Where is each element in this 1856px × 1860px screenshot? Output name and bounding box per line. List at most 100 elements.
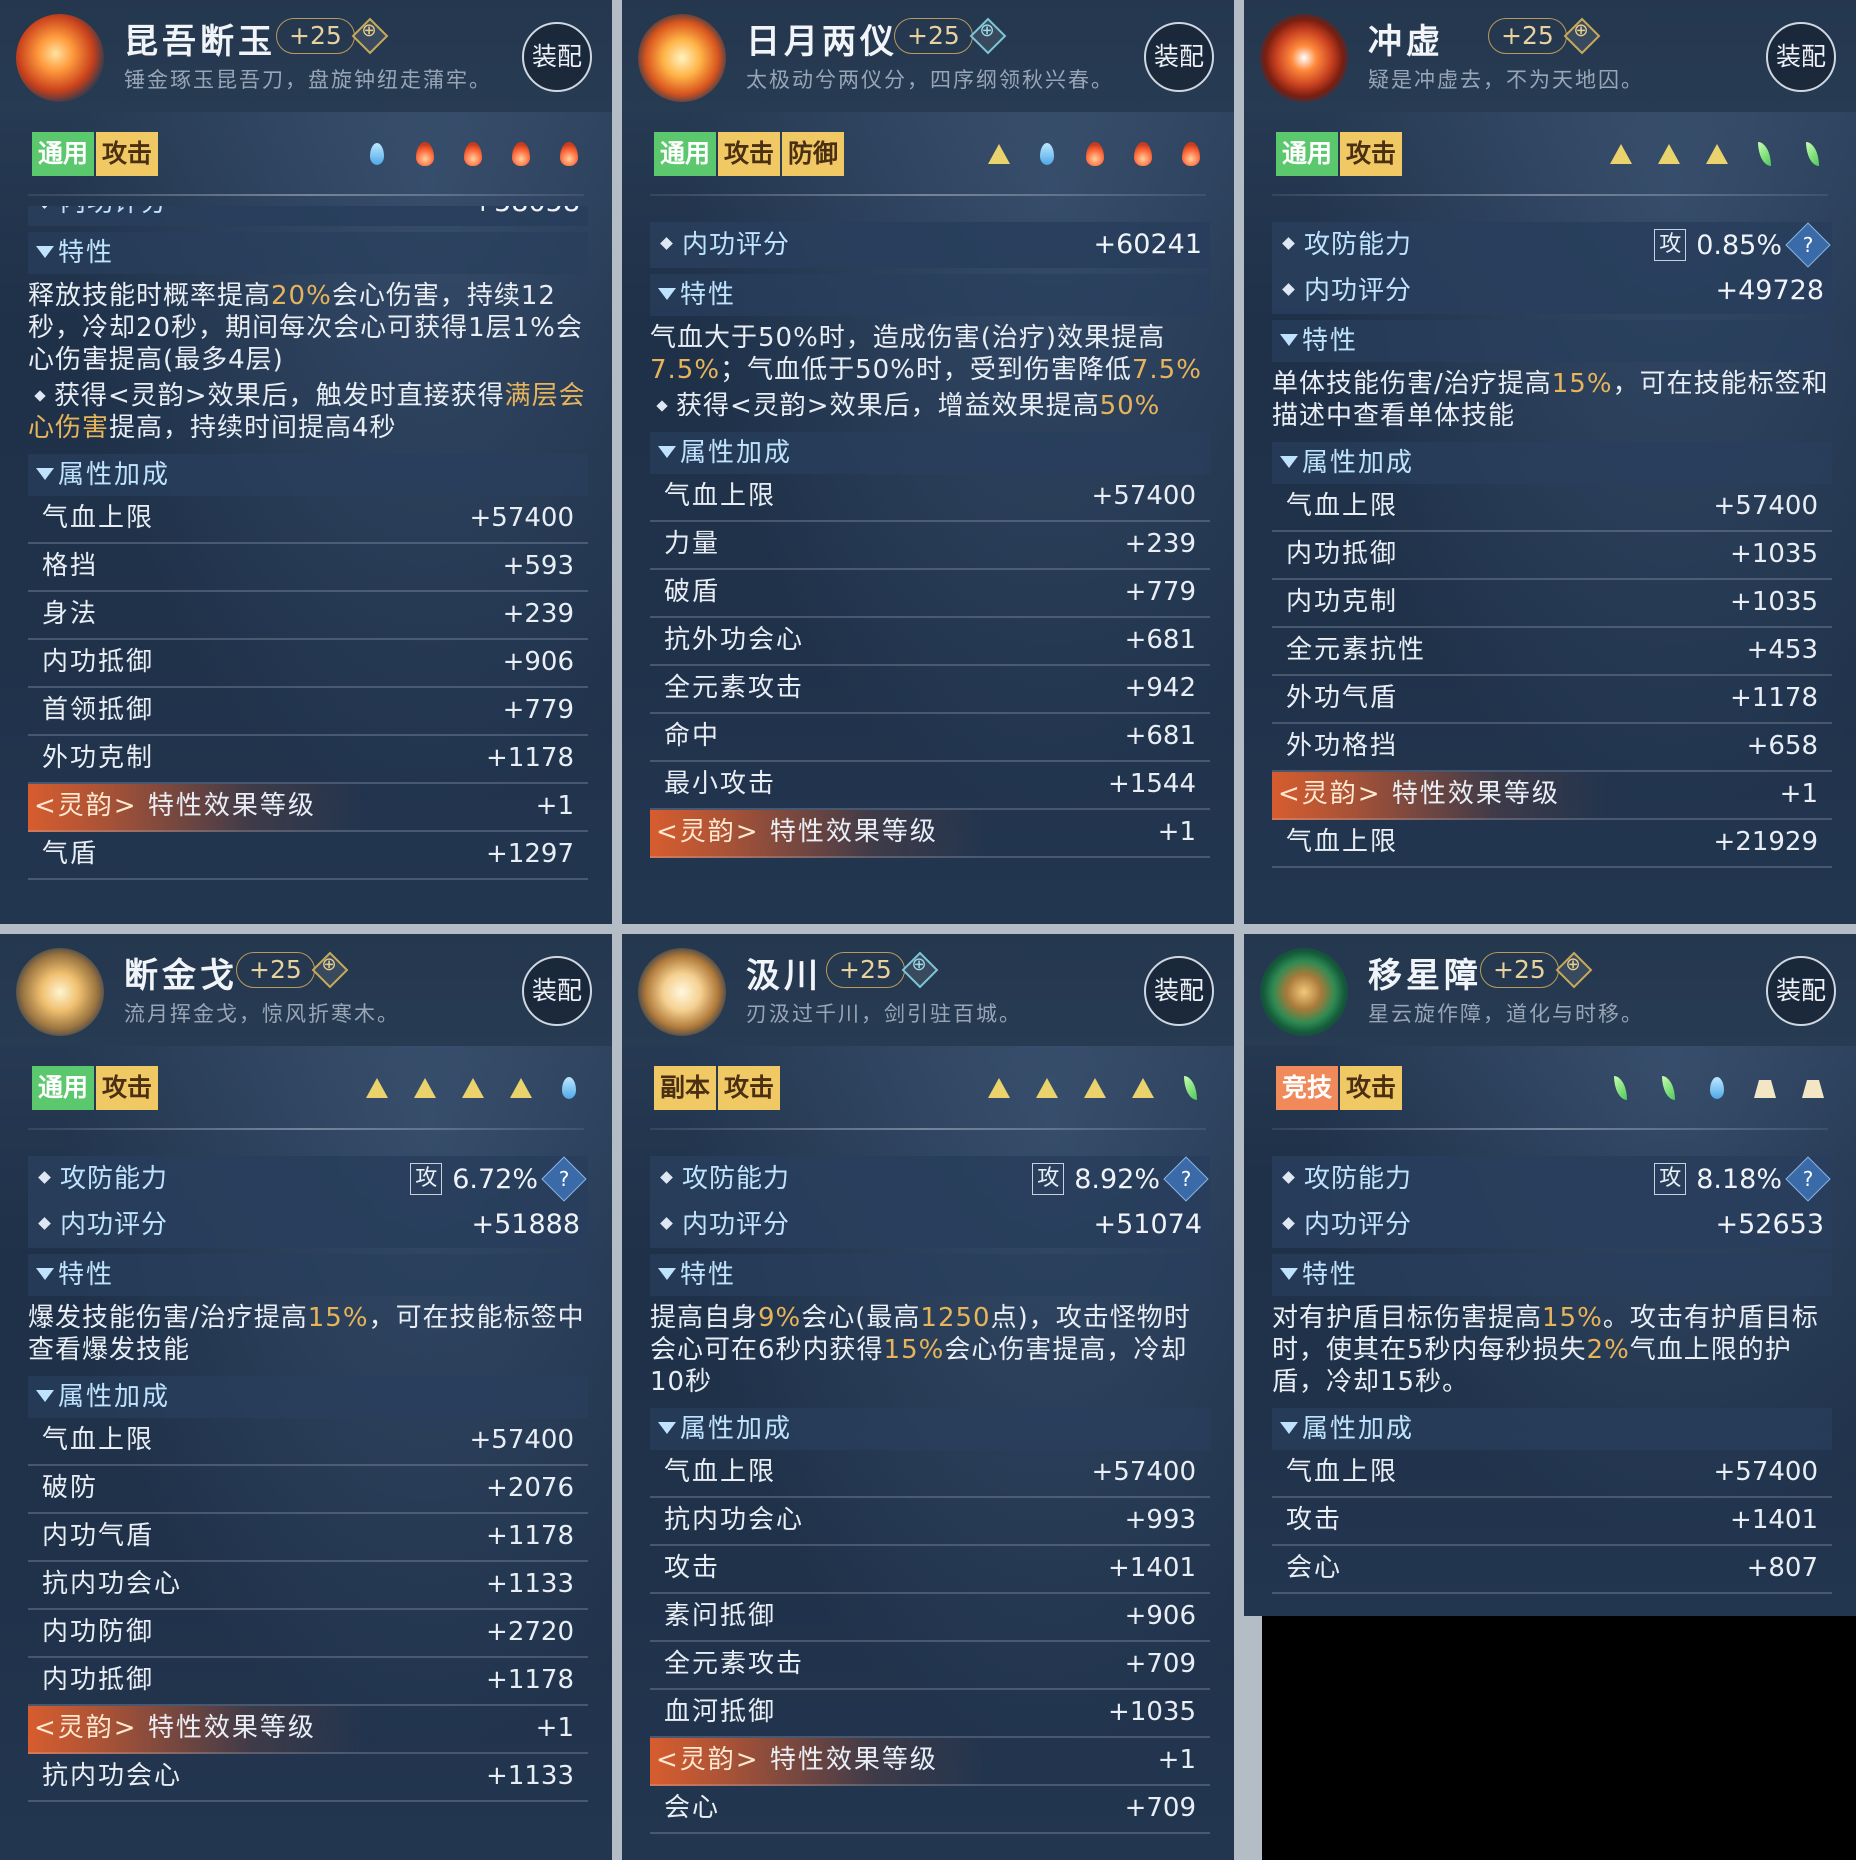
lingyun-label: <灵韵> xyxy=(656,817,760,847)
description-text: 提高，持续时间提高4秒 xyxy=(109,413,397,443)
stat-value: +21929 xyxy=(1713,827,1819,857)
stat-name: 首领抵御 xyxy=(42,695,155,725)
trait-description: 提高自身9%会心(最高1250点)，攻击怪物时会心可在6秒内获得15%会心伤害提… xyxy=(650,1296,1210,1402)
socket-list xyxy=(966,140,1206,170)
tri-shape xyxy=(988,1078,1010,1098)
stat-name: 全元素攻击 xyxy=(664,1649,805,1679)
tri-shape xyxy=(414,1078,436,1098)
card-content: 攻防能力 攻 8.18%? 内功评分 +52653 特性 对有护盾目标伤害提高15%。攻击有… xyxy=(1272,1156,1832,1594)
attribute-section-header[interactable]: 属性加成 xyxy=(28,1376,588,1418)
stat-row: 血河抵御 +1035 xyxy=(650,1690,1210,1738)
lock-icon[interactable]: ⊕ xyxy=(969,17,1007,55)
chevron-down-icon xyxy=(658,1268,676,1280)
lock-icon[interactable]: ⊕ xyxy=(351,17,389,55)
trait-section-header[interactable]: 特性 xyxy=(650,274,1210,316)
description-text: 对有护盾目标伤害提高 xyxy=(1272,1303,1543,1333)
trait-section-header[interactable]: 特性 xyxy=(650,1254,1210,1296)
drop-shape xyxy=(1040,143,1054,165)
help-icon[interactable]: ? xyxy=(1163,1156,1209,1202)
tag-3: 防御 xyxy=(782,132,845,176)
stat-row: 力量 +239 xyxy=(650,522,1210,570)
attack-defense-row: 攻防能力 攻 8.92%? xyxy=(650,1156,1210,1202)
section-title: 属性加成 xyxy=(58,460,171,490)
help-icon[interactable]: ? xyxy=(1785,1156,1831,1202)
stat-value: +681 xyxy=(1124,625,1196,655)
bullet-icon xyxy=(660,1171,673,1184)
help-icon[interactable]: ? xyxy=(1785,222,1831,268)
socket-list xyxy=(344,140,584,170)
stat-value: +453 xyxy=(1746,635,1818,665)
chevron-down-icon xyxy=(1280,1268,1298,1280)
highlight-value: 7.5% xyxy=(1131,355,1202,385)
equip-button[interactable]: 装配 xyxy=(1144,956,1214,1026)
stat-name: 攻击 xyxy=(1286,1505,1343,1535)
stat-row: 气血上限 +57400 xyxy=(28,496,588,544)
equipment-subtitle: 刃汲过千川，剑引驻百城。 xyxy=(746,1002,1022,1026)
leaf-socket-icon xyxy=(1654,1074,1684,1104)
bullet-icon xyxy=(34,390,46,402)
equipment-card: 冲虚 +25 ⊕ 疑是冲虚去，不为天地囚。 装配 通用 攻击 攻防能力 攻 0.85%? 内功评分 +… xyxy=(1244,0,1856,924)
equip-button[interactable]: 装配 xyxy=(1766,956,1836,1026)
card-content: 内功评分 +58058 特性释放技能时概率提高20%会心伤害，持续12秒，冷却20秒… xyxy=(28,206,588,880)
highlight-value: 15% xyxy=(1551,369,1613,399)
help-symbol: ? xyxy=(1802,233,1814,257)
stat-name: <灵韵> 特性效果等级 xyxy=(1278,772,1560,816)
drop-socket-icon xyxy=(1032,140,1062,170)
help-symbol: ? xyxy=(1802,1167,1814,1191)
equip-button[interactable]: 装配 xyxy=(522,956,592,1026)
lock-symbol: ⊕ xyxy=(1573,20,1589,41)
stat-row: 会心 +709 xyxy=(650,1786,1210,1834)
trait-section-header[interactable]: 特性 xyxy=(28,1254,588,1296)
stat-row: 攻击 +1401 xyxy=(1272,1498,1832,1546)
leaf-shape xyxy=(1806,142,1819,166)
lock-icon[interactable]: ⊕ xyxy=(1563,17,1601,55)
lock-icon[interactable]: ⊕ xyxy=(311,951,349,989)
trait-section-header[interactable]: 特性 xyxy=(1272,320,1832,362)
section-title: 属性加成 xyxy=(58,1382,171,1412)
stat-name: 血河抵御 xyxy=(664,1697,777,1727)
section-title: 特性 xyxy=(680,280,737,310)
stat-value: +1035 xyxy=(1730,539,1818,569)
lock-icon[interactable]: ⊕ xyxy=(901,951,939,989)
attribute-section-header[interactable]: 属性加成 xyxy=(1272,442,1832,484)
help-symbol: ? xyxy=(558,1167,570,1191)
trap-socket-icon xyxy=(1798,1074,1828,1104)
equip-button[interactable]: 装配 xyxy=(1144,22,1214,92)
stat-name: 外功克制 xyxy=(42,743,155,773)
chevron-down-icon xyxy=(658,288,676,300)
lingyun-bonus-description: 获得<灵韵>效果后，触发时直接获得满层会心伤害提高，持续时间提高4秒 xyxy=(28,380,588,448)
chevron-down-icon xyxy=(1280,456,1298,468)
trap-shape xyxy=(1802,1080,1824,1098)
drop-socket-icon xyxy=(362,140,392,170)
help-icon[interactable]: ? xyxy=(541,1156,587,1202)
stat-row: 气盾 +1297 xyxy=(28,832,588,880)
attribute-section-header[interactable]: 属性加成 xyxy=(650,1408,1210,1450)
attack-defense-row: 攻防能力 攻 8.18%? xyxy=(1272,1156,1832,1202)
equip-button[interactable]: 装配 xyxy=(1766,22,1836,92)
row-label: 攻防能力 xyxy=(60,1164,169,1194)
stat-value: +57400 xyxy=(1713,491,1819,521)
lock-icon[interactable]: ⊕ xyxy=(1555,951,1593,989)
attribute-section-header[interactable]: 属性加成 xyxy=(28,454,588,496)
tag-1: 副本 xyxy=(654,1066,717,1110)
chevron-down-icon xyxy=(36,246,54,258)
equip-button[interactable]: 装配 xyxy=(522,22,592,92)
flame-socket-icon xyxy=(1128,140,1158,170)
attack-defense-percent: 0.85% xyxy=(1696,229,1782,261)
header-divider xyxy=(1272,1128,1828,1130)
row-label: 内功评分 xyxy=(682,230,791,260)
attribute-section-header[interactable]: 属性加成 xyxy=(650,432,1210,474)
level-badge: +25 xyxy=(826,952,905,988)
attribute-section-header[interactable]: 属性加成 xyxy=(1272,1408,1832,1450)
highlight-value: 9% xyxy=(758,1303,802,1333)
stat-row: 破防 +2076 xyxy=(28,1466,588,1514)
stat-row: 气血上限 +57400 xyxy=(1272,1450,1832,1498)
stat-row: 内功抵御 +1035 xyxy=(1272,532,1832,580)
section-title: 特性 xyxy=(1302,326,1359,356)
drop-socket-icon xyxy=(1702,1074,1732,1104)
tri-shape xyxy=(1610,144,1632,164)
trait-section-header[interactable]: 特性 xyxy=(28,232,588,274)
trait-section-header[interactable]: 特性 xyxy=(1272,1254,1832,1296)
